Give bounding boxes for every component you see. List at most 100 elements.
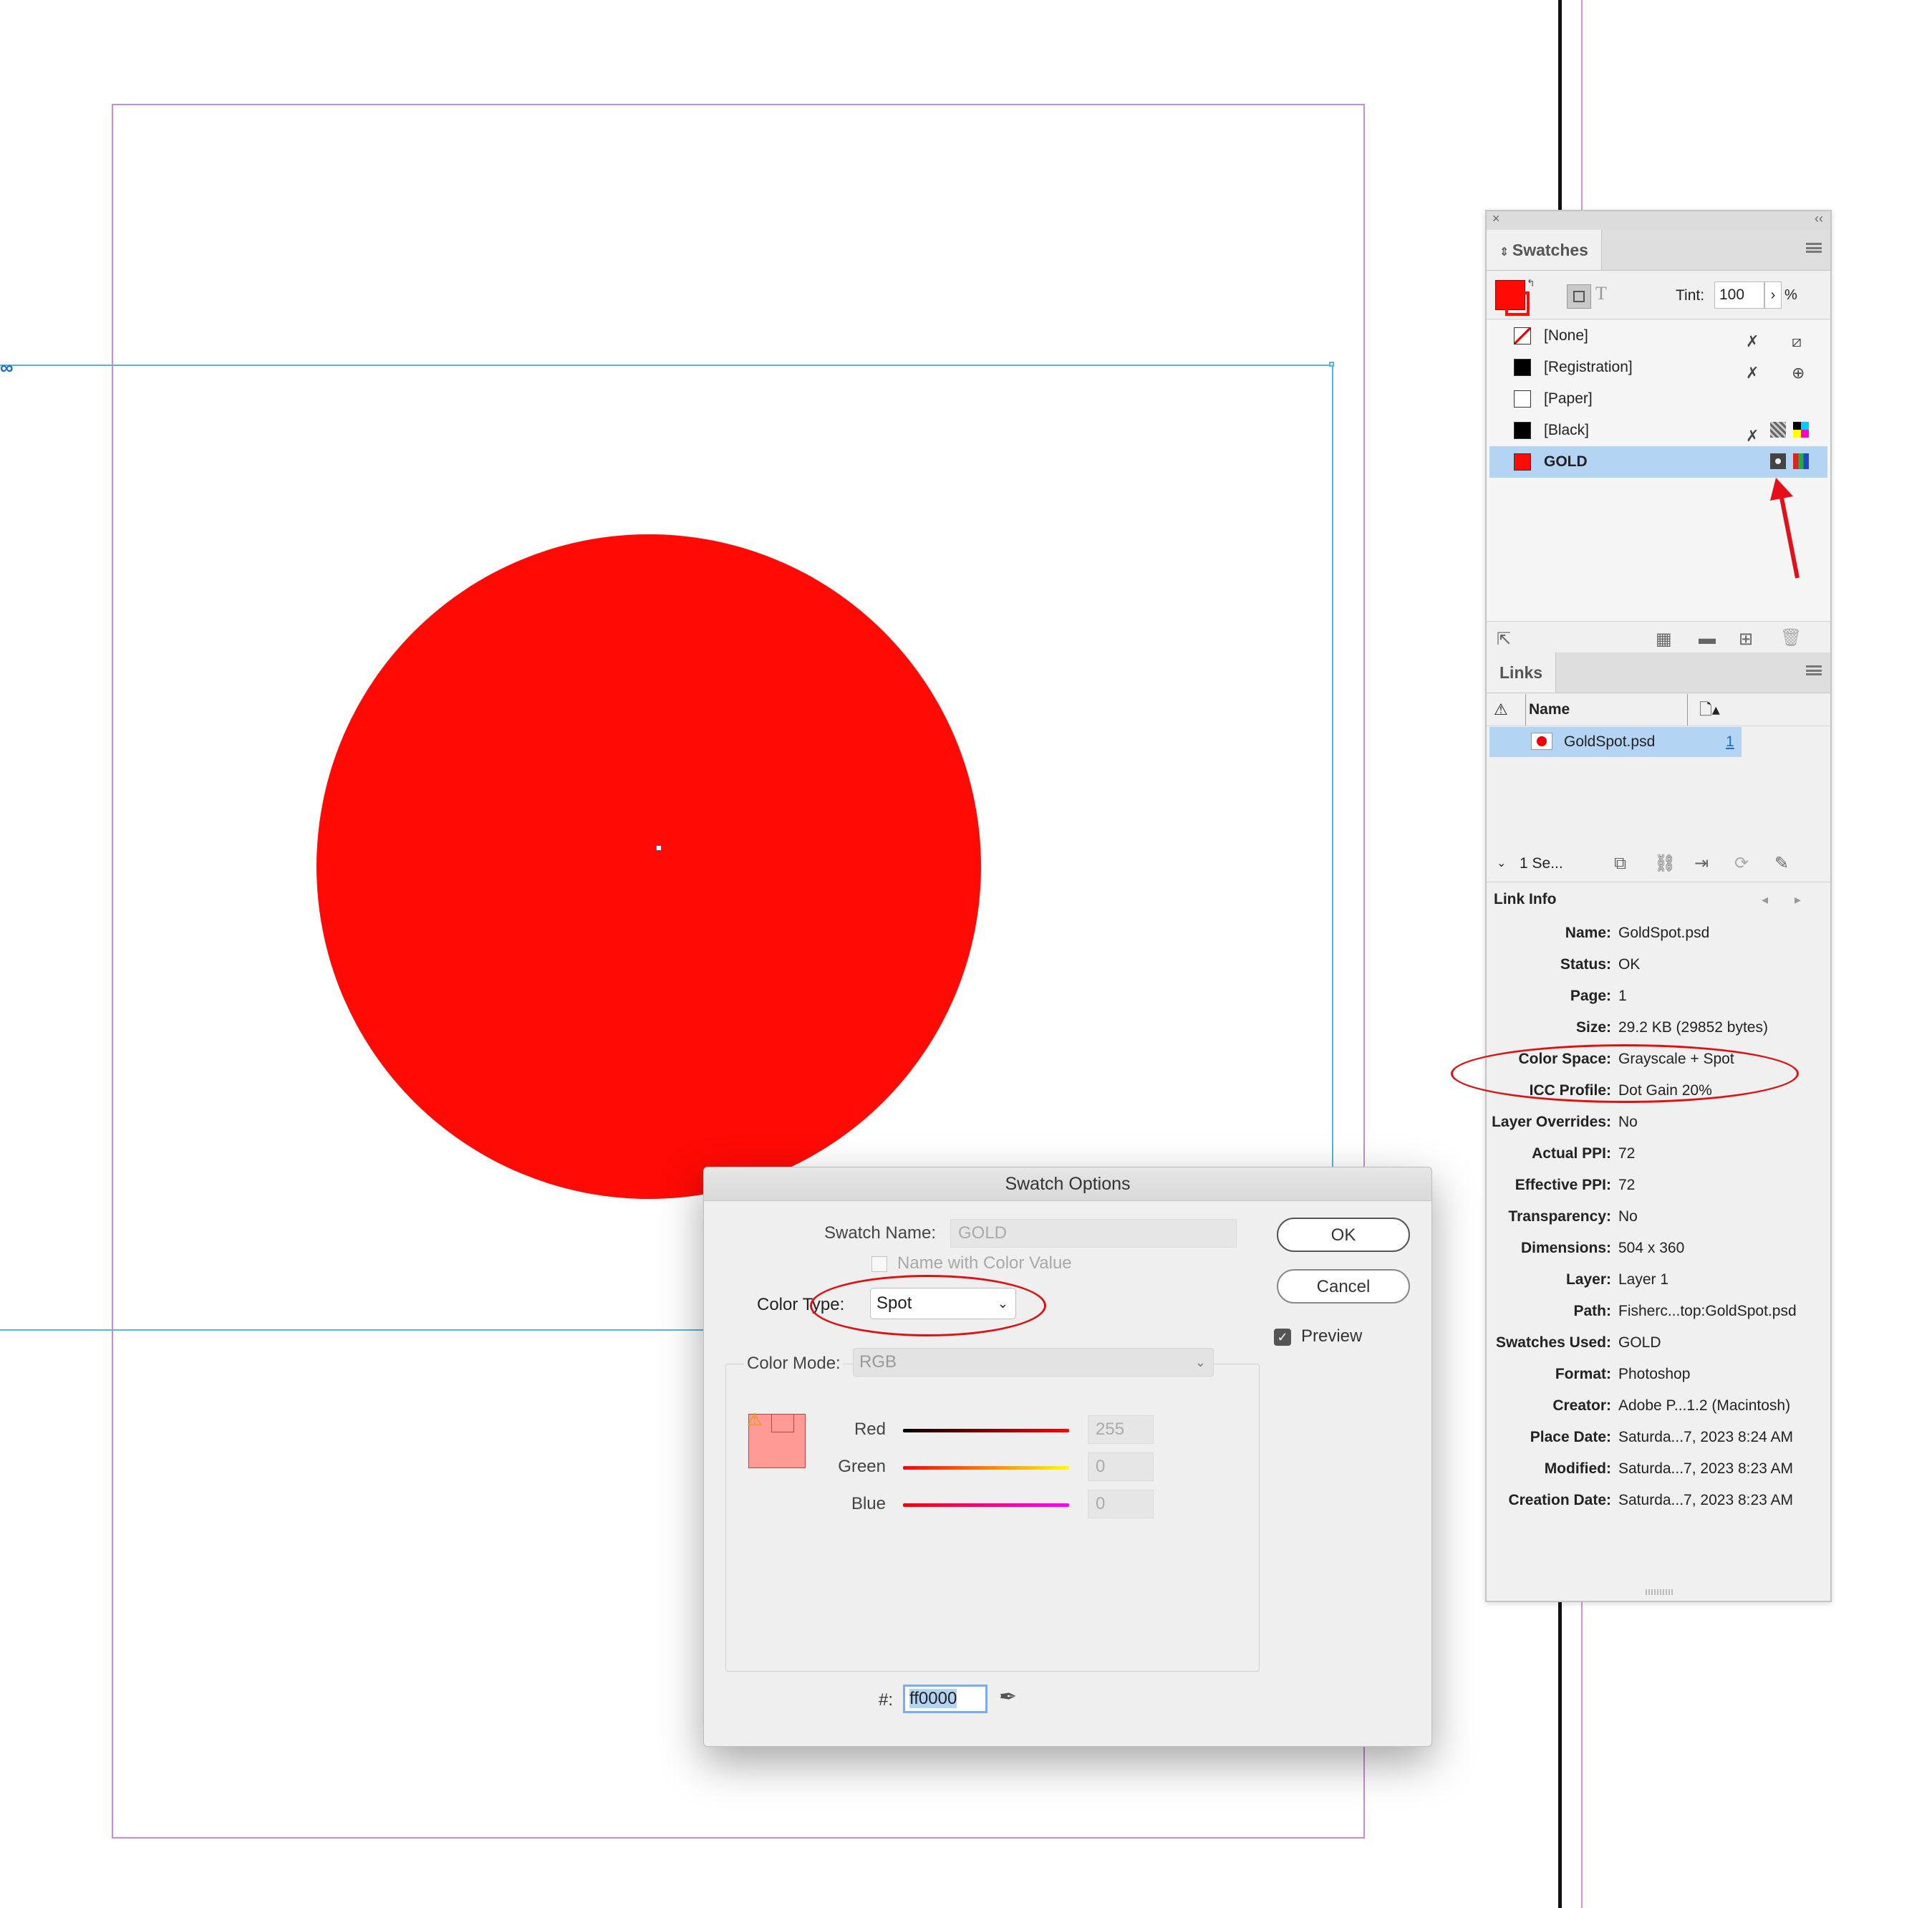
new-swatch-icon[interactable]: ⊞ — [1739, 629, 1753, 650]
swatch-row-registration[interactable]: [Registration] ✗ ⊕ — [1489, 352, 1827, 383]
previous-link-icon[interactable]: ◂ — [1762, 882, 1768, 917]
red-label: Red — [854, 1420, 886, 1439]
hex-input[interactable]: ff0000 — [903, 1685, 987, 1713]
panel-topbar: × ‹‹ — [1487, 211, 1830, 231]
info-value: Photoshop — [1618, 1366, 1691, 1382]
swatch-row-black[interactable]: [Black] ✗ — [1489, 415, 1827, 446]
frame-center-point — [656, 845, 662, 851]
swatch-name: [Black] — [1544, 422, 1590, 438]
cmyk-mode-icon — [1793, 422, 1809, 438]
color-mode-group — [725, 1364, 1260, 1672]
swatch-chip — [1514, 390, 1531, 408]
eyedropper-icon[interactable]: ✒ — [999, 1685, 1017, 1710]
close-icon[interactable]: × — [1492, 211, 1500, 226]
info-value: No — [1618, 1114, 1638, 1130]
info-value: 29.2 KB (29852 bytes) — [1618, 1019, 1768, 1036]
green-value-input[interactable]: 0 — [1088, 1452, 1154, 1481]
new-color-group-icon[interactable]: ▬ — [1699, 629, 1716, 649]
preview-checkbox[interactable]: ✓ — [1274, 1329, 1291, 1346]
blue-slider[interactable] — [903, 1503, 1069, 1507]
gamut-warning-icon[interactable]: ⚠ — [747, 1410, 763, 1430]
delete-swatch-icon[interactable]: 🗑 — [1780, 627, 1802, 648]
info-row: Modified: Saturda...7, 2023 8:23 AM — [1487, 1453, 1827, 1485]
color-mode-select[interactable]: RGB ⌄ — [853, 1348, 1214, 1377]
swatch-chip — [1514, 359, 1531, 376]
links-panel-menu-icon[interactable] — [1806, 665, 1822, 675]
info-label: Status: — [1560, 956, 1611, 973]
formatting-container-icon[interactable] — [1567, 284, 1591, 309]
info-row: Effective PPI: 72 — [1487, 1170, 1827, 1201]
swatch-row-gold[interactable]: GOLD — [1489, 446, 1827, 478]
collapse-icon[interactable]: ‹‹ — [1815, 211, 1823, 226]
info-row: Place Date: Saturda...7, 2023 8:24 AM — [1487, 1422, 1827, 1453]
info-label: Actual PPI: — [1532, 1145, 1611, 1162]
blue-value-input[interactable]: 0 — [1088, 1490, 1154, 1518]
tint-unit: % — [1784, 287, 1797, 303]
frame-edge-right — [1332, 365, 1333, 1174]
formatting-text-icon[interactable]: T — [1595, 283, 1607, 304]
cancel-button[interactable]: Cancel — [1277, 1269, 1410, 1304]
chevron-down-icon[interactable]: ⌄ — [1497, 846, 1506, 882]
swatches-tabbar: ⇕ Swatches — [1487, 230, 1830, 271]
chevron-down-icon: ⌄ — [1194, 1355, 1206, 1369]
info-row: Path: Fisherc...top:GoldSpot.psd — [1487, 1296, 1827, 1327]
name-with-color-value-checkbox[interactable] — [871, 1256, 887, 1272]
stroke-swatch[interactable] — [1505, 292, 1530, 316]
show-swatch-views-icon[interactable]: ▦ — [1656, 629, 1672, 650]
next-link-icon[interactable]: ▸ — [1795, 882, 1801, 917]
info-row: Layer Overrides: No — [1487, 1107, 1827, 1138]
frame-resize-handle[interactable] — [1329, 362, 1334, 367]
info-row: Swatches Used: GOLD — [1487, 1327, 1827, 1359]
ok-button[interactable]: OK — [1277, 1218, 1410, 1252]
swatch-controls: ↰ T Tint: 100 › % — [1487, 271, 1830, 319]
green-label: Green — [838, 1457, 886, 1476]
swatch-name-input[interactable]: GOLD — [950, 1219, 1237, 1248]
info-row: Page: 1 — [1487, 980, 1827, 1012]
frame-edge-top — [0, 365, 1333, 366]
swatch-chip — [1514, 327, 1531, 344]
relink-icon[interactable]: ⛓ — [1654, 846, 1676, 882]
info-value: 504 x 360 — [1618, 1240, 1685, 1256]
annotation-arrow-icon — [1770, 478, 1800, 579]
placed-image-red-circle[interactable] — [317, 534, 981, 1199]
relink-from-cloud-icon[interactable]: ⧉ — [1614, 846, 1626, 882]
green-slider[interactable] — [903, 1466, 1069, 1470]
panel-menu-icon[interactable] — [1806, 243, 1822, 253]
page-column-icon[interactable]: 🗋▴ — [1687, 694, 1720, 726]
out-of-gamut-swatch[interactable] — [771, 1414, 794, 1432]
link-row[interactable]: GoldSpot.psd 1 — [1489, 727, 1742, 757]
info-label: Creation Date: — [1508, 1492, 1611, 1508]
tint-input[interactable]: 100 — [1714, 281, 1764, 309]
swatch-row-none[interactable]: [None] ✗ ⧄ — [1489, 320, 1827, 352]
info-value: 72 — [1618, 1177, 1636, 1193]
annotation-ellipse — [810, 1275, 1046, 1336]
link-name: GoldSpot.psd — [1564, 733, 1656, 750]
swatch-chip — [1514, 422, 1531, 439]
tint-chevron-right-icon[interactable]: › — [1764, 281, 1782, 309]
swatch-row-paper[interactable]: [Paper] — [1489, 383, 1827, 415]
panel-resize-grip[interactable] — [1646, 1589, 1674, 1595]
show-options-icon[interactable]: ⇱ — [1497, 629, 1511, 650]
link-info-title: Link Info — [1494, 891, 1557, 907]
tab-swatches[interactable]: ⇕ Swatches — [1487, 230, 1602, 270]
info-row: Actual PPI: 72 — [1487, 1138, 1827, 1170]
info-value: Saturda...7, 2023 8:23 AM — [1618, 1460, 1794, 1477]
link-page-number[interactable]: 1 — [1726, 727, 1734, 757]
info-label: Place Date: — [1530, 1429, 1611, 1445]
warning-column-icon[interactable]: ⚠ — [1494, 694, 1508, 726]
update-link-icon[interactable]: ⟳ — [1734, 846, 1749, 882]
swatch-chip — [1514, 453, 1531, 471]
red-value-input[interactable]: 255 — [1088, 1415, 1154, 1444]
swap-fill-stroke-icon[interactable]: ↰ — [1527, 277, 1535, 289]
panel-stack: × ‹‹ ⇕ Swatches ↰ T Tint: 100 › % [None]… — [1485, 210, 1832, 1602]
process-color-icon — [1770, 422, 1786, 438]
red-slider[interactable] — [903, 1429, 1069, 1432]
info-row: Creation Date: Saturda...7, 2023 8:23 AM — [1487, 1485, 1827, 1516]
name-column-header[interactable]: Name — [1525, 694, 1570, 726]
tab-links[interactable]: Links — [1487, 652, 1557, 693]
link-badge-icon[interactable]: ∞ — [0, 357, 14, 379]
edit-original-icon[interactable]: ✎ — [1774, 846, 1789, 882]
swatch-options-dialog: Swatch Options Swatch Name: GOLD Name wi… — [703, 1167, 1432, 1747]
go-to-link-icon[interactable]: ⇥ — [1694, 846, 1709, 882]
tint-label: Tint: — [1676, 287, 1705, 304]
